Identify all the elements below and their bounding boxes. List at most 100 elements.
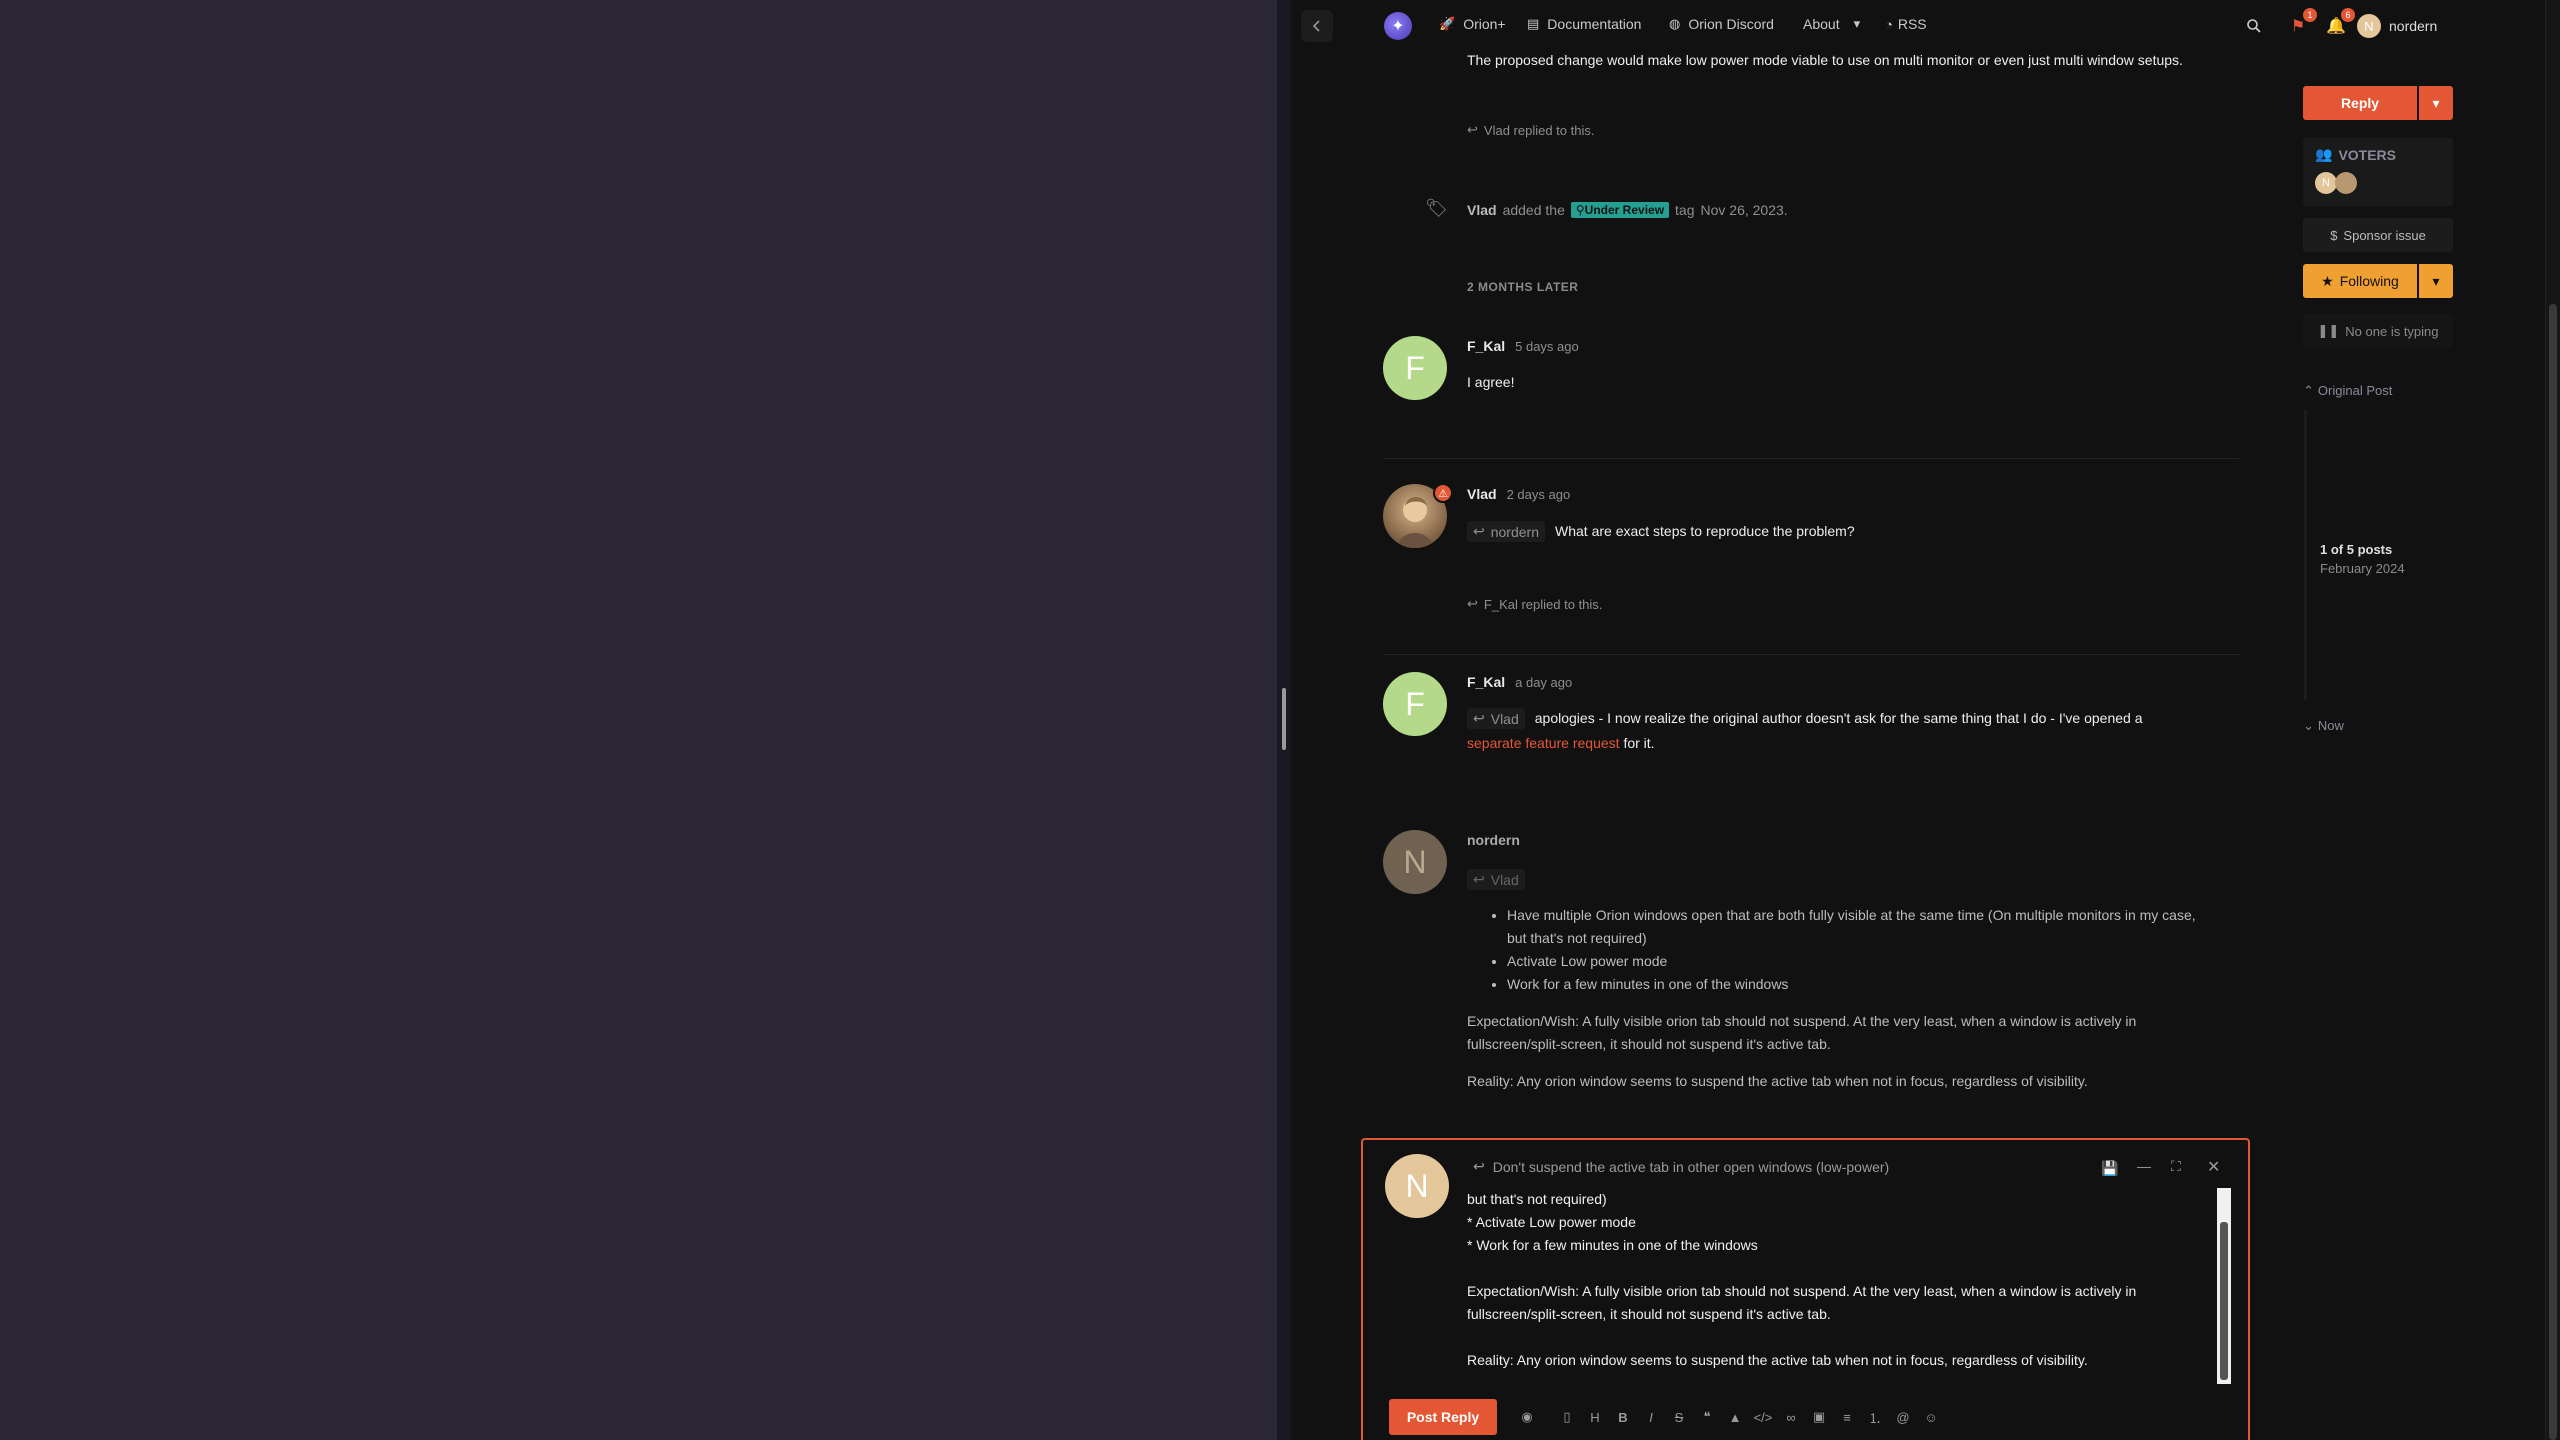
avatar[interactable]: F: [1383, 672, 1447, 736]
reply-to-link[interactable]: ↩ Vlad: [1467, 708, 1525, 729]
close-icon: ✕: [2207, 1159, 2221, 1176]
nav-orion-plus[interactable]: 🚀 Orion+: [1439, 16, 1506, 32]
reply-options-button[interactable]: ▾: [2419, 86, 2453, 120]
quote-button[interactable]: ❝: [1693, 1403, 1721, 1431]
timeline-date: February 2024: [2320, 561, 2405, 576]
eye-icon: ◉: [1521, 1409, 1533, 1424]
voter-avatar[interactable]: N: [2315, 172, 2337, 194]
post-username[interactable]: F_Kal: [1467, 338, 1505, 354]
orion-logo[interactable]: ✦: [1384, 12, 1412, 40]
upload-button[interactable]: ▯: [1553, 1403, 1581, 1431]
nav-documentation[interactable]: ▤ Documentation: [1527, 16, 1641, 32]
following-options-button[interactable]: ▾: [2419, 264, 2453, 298]
preview-toggle-button[interactable]: ◉: [1513, 1403, 1541, 1431]
heading-icon: H: [1590, 1409, 1600, 1425]
post-date[interactable]: 2 days ago: [1507, 487, 1571, 502]
search-button[interactable]: [2242, 14, 2266, 38]
composer-textarea[interactable]: but that's not required) * Activate Low …: [1467, 1188, 2211, 1368]
replied-notice[interactable]: ↩ Vlad replied to this.: [1467, 122, 1594, 138]
fullscreen-button[interactable]: ⛶: [2171, 1158, 2181, 1175]
italic-icon: I: [1649, 1409, 1653, 1425]
nav-label: About: [1803, 16, 1840, 32]
voter-avatar[interactable]: [2335, 172, 2357, 194]
ordered-list-button[interactable]: ⒈: [1861, 1403, 1889, 1431]
mention-button[interactable]: @: [1889, 1403, 1917, 1431]
event-user[interactable]: Vlad: [1467, 202, 1497, 218]
post-username[interactable]: F_Kal: [1467, 674, 1505, 690]
nav-orion-discord[interactable]: ◍ Orion Discord: [1669, 16, 1774, 32]
reply-to-link[interactable]: ↩ nordern: [1467, 521, 1545, 542]
emoji-button[interactable]: ☺: [1917, 1403, 1945, 1431]
strikethrough-icon: S: [1674, 1409, 1684, 1425]
post-body-text: The proposed change would make low power…: [1467, 52, 2183, 68]
voters-label: VOTERS: [2338, 146, 2397, 163]
strikethrough-button[interactable]: S: [1665, 1403, 1693, 1431]
timeline-now-link[interactable]: ⌄ Now: [2303, 718, 2344, 734]
discord-icon: ◍: [1669, 16, 1681, 31]
close-composer-button[interactable]: ✕: [2207, 1157, 2220, 1177]
post-username[interactable]: nordern: [1467, 832, 1520, 848]
reply-composer: N ↩ Don't suspend the active tab in othe…: [1361, 1138, 2250, 1440]
link-button[interactable]: ∞: [1777, 1403, 1805, 1431]
flags-button[interactable]: ⚑ 1: [2286, 8, 2317, 38]
forum-pane: ✦ 🚀 Orion+ ▤ Documentation ◍ Orion Disco…: [1291, 0, 2560, 1440]
reply-arrow-icon: ↩: [1473, 871, 1485, 887]
post-reply-button[interactable]: Post Reply: [1389, 1399, 1497, 1435]
page-scrollbar[interactable]: [2545, 0, 2560, 1440]
feature-request-link[interactable]: separate feature request: [1467, 735, 1620, 751]
replied-notice[interactable]: ↩ F_Kal replied to this.: [1467, 596, 1602, 612]
bullet-list-button[interactable]: ≡: [1833, 1403, 1861, 1431]
code-button[interactable]: </>: [1749, 1403, 1777, 1431]
save-draft-button[interactable]: 💾: [2101, 1160, 2118, 1177]
under-review-tag[interactable]: ⚲Under Review: [1570, 202, 1670, 218]
reply-arrow-icon: ↩: [1473, 1158, 1485, 1174]
timeline-scrollarea[interactable]: [2304, 410, 2307, 700]
users-icon: 👥: [2315, 146, 2333, 162]
composer-reply-title[interactable]: ↩ Don't suspend the active tab in other …: [1473, 1158, 1889, 1175]
floppy-icon: 💾: [2101, 1160, 2119, 1176]
bold-icon: B: [1618, 1409, 1628, 1425]
nav-about[interactable]: About ▾: [1803, 16, 1860, 32]
replied-notice-text: F_Kal replied to this.: [1483, 596, 1603, 612]
avatar[interactable]: N: [1383, 830, 1447, 894]
composer-scroll-thumb[interactable]: [2220, 1222, 2228, 1380]
split-divider[interactable]: [1277, 0, 1291, 1440]
post-body-text: Reality: Any orion window seems to suspe…: [1467, 1073, 2088, 1089]
image-button[interactable]: ▣: [1805, 1403, 1833, 1431]
post-date[interactable]: 5 days ago: [1515, 339, 1579, 354]
sponsor-label: Sponsor issue: [2343, 227, 2426, 243]
notifications-count-badge: 6: [2341, 8, 2355, 22]
post-body-text: apologies - I now realize the original a…: [1534, 710, 2143, 726]
heading-button[interactable]: H: [1581, 1403, 1609, 1431]
post-reply-label: Post Reply: [1406, 1409, 1480, 1425]
avatar[interactable]: F: [1383, 336, 1447, 400]
split-drag-handle[interactable]: [1282, 688, 1286, 750]
reply-to-link[interactable]: ↩ Vlad: [1467, 869, 1525, 890]
list-item: Work for a few minutes in one of the win…: [1507, 973, 2207, 996]
minimize-button[interactable]: —: [2137, 1158, 2151, 1174]
composer-scrollbar[interactable]: [2217, 1188, 2231, 1384]
following-button[interactable]: ★ Following: [2303, 264, 2417, 298]
following-label: Following: [2339, 273, 2399, 289]
post-body: ↩ Vlad apologies - I now realize the ori…: [1467, 707, 2142, 730]
post-divider: [1383, 654, 2239, 655]
original-post-link[interactable]: ⌃ Original Post: [2303, 383, 2392, 399]
notifications-button[interactable]: 🔔 6: [2324, 8, 2355, 38]
nav-rss[interactable]: ◔ RSS: [1885, 16, 1927, 32]
reply-button[interactable]: Reply: [2303, 86, 2417, 120]
page-scroll-thumb[interactable]: [2549, 304, 2557, 1440]
spoiler-button[interactable]: ▲: [1721, 1403, 1749, 1431]
back-button[interactable]: [1301, 10, 1333, 42]
post-username[interactable]: Vlad: [1467, 486, 1497, 502]
nav-label: RSS: [1897, 16, 1927, 32]
sponsor-issue-button[interactable]: $ Sponsor issue: [2303, 218, 2453, 252]
post-date[interactable]: a day ago: [1515, 675, 1572, 690]
list-item: Have multiple Orion windows open that ar…: [1507, 904, 2207, 950]
replied-notice-text: Vlad replied to this.: [1483, 122, 1595, 138]
user-menu[interactable]: N nordern: [2357, 14, 2437, 38]
italic-button[interactable]: I: [1637, 1403, 1665, 1431]
event-text: added the: [1502, 202, 1565, 218]
book-icon: ▤: [1527, 16, 1540, 31]
bullet-list-icon: ≡: [1843, 1409, 1851, 1425]
bold-button[interactable]: B: [1609, 1403, 1637, 1431]
